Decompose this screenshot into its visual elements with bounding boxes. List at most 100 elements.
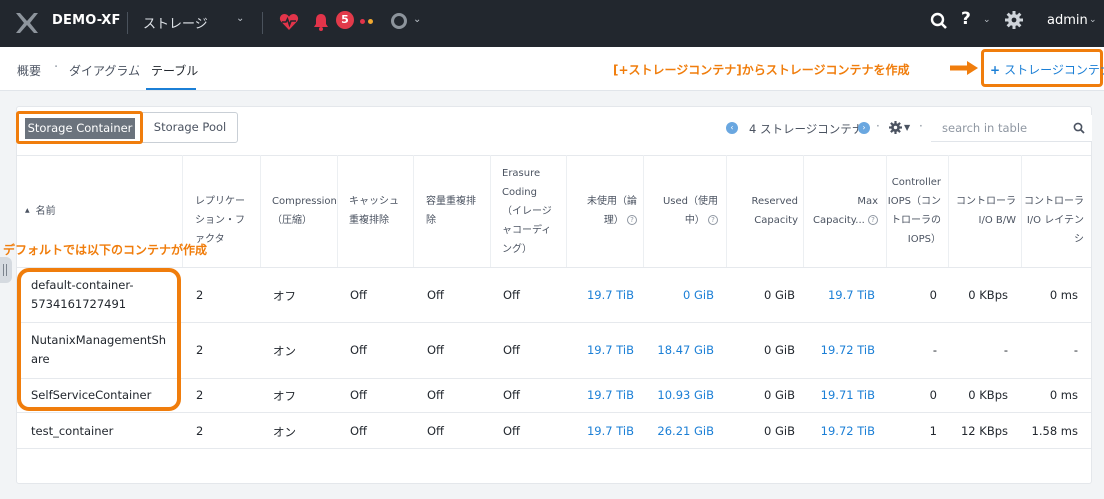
drag-handle[interactable] (0, 257, 12, 283)
top-bar: DEMO-XF ストレージ ⌄ 5 ⌄ ? ⌄ admin ⌄ (0, 0, 1104, 47)
cell-iops: 0 (929, 388, 937, 402)
chevron-down-icon[interactable]: ⌄ (236, 13, 244, 24)
cell-iops: 1 (929, 424, 937, 438)
next-page-icon[interactable]: › (858, 122, 870, 134)
cell-compression: オフ (273, 289, 296, 303)
cell-cache-dedup: Off (350, 343, 367, 357)
nutanix-logo-icon[interactable] (14, 11, 40, 35)
cell-latency: 1.58 ms (1031, 424, 1078, 438)
gear-icon[interactable] (1005, 11, 1023, 29)
col-header-controller-latency[interactable]: コントローラI/O レイテンシ (1022, 192, 1084, 249)
add-storage-container-button[interactable]: + ストレージコンテナ (990, 61, 1104, 78)
pager-separator: · (876, 119, 880, 133)
col-header-controller-bw[interactable]: コントローラI/O B/W (956, 192, 1016, 230)
section-selector[interactable]: ストレージ (143, 13, 208, 32)
tab-overview[interactable]: 概要 (17, 62, 41, 79)
cell-bw: 12 KBps (960, 424, 1008, 438)
prev-page-icon[interactable]: ‹ (726, 122, 738, 134)
col-divider (643, 155, 644, 267)
col-header-name-label: 名前 (35, 206, 56, 217)
info-icon[interactable]: ? (627, 215, 637, 225)
cell-free-link[interactable]: 19.7 TiB (566, 424, 634, 438)
cell-cache-dedup: Off (350, 288, 367, 302)
col-header-reserved[interactable]: Reserved Capacity (740, 192, 798, 230)
cell-replication: 2 (196, 288, 204, 302)
col-divider (413, 155, 414, 267)
col-header-controller-iops[interactable]: Controller IOPS（コントローラのIOPS） (887, 173, 941, 249)
cell-compression: オフ (273, 389, 296, 403)
search-icon[interactable] (1073, 122, 1085, 134)
pager-separator: · (919, 119, 923, 133)
cell-cache-dedup: Off (350, 388, 367, 402)
add-storage-container-label: ストレージコンテナ (1004, 63, 1104, 77)
cluster-name[interactable]: DEMO-XF (52, 13, 121, 28)
cell-used-link[interactable]: 26.21 GiB (643, 424, 714, 438)
col-header-cache-dedup[interactable]: キャッシュ重複排除 (349, 192, 407, 230)
storage-container-toggle[interactable]: Storage Container (25, 118, 135, 139)
container-name-link[interactable]: test_container (31, 422, 171, 441)
cell-max-capacity-link[interactable]: 19.72 TiB (803, 424, 875, 438)
info-icon[interactable]: ? (868, 215, 878, 225)
tab-table[interactable]: テーブル (151, 62, 198, 79)
cell-capacity-dedup: Off (427, 388, 444, 402)
user-menu[interactable]: admin (1047, 13, 1088, 28)
row-divider (17, 448, 1091, 449)
table-settings-gear-icon[interactable] (889, 121, 902, 134)
cell-erasure: Off (503, 288, 520, 302)
cell-capacity-dedup: Off (427, 288, 444, 302)
cell-used-link[interactable]: 18.47 GiB (643, 343, 714, 357)
tab-diagram[interactable]: ダイアグラム (69, 62, 140, 79)
tab-separator: · (136, 60, 141, 75)
health-heart-icon[interactable] (279, 12, 299, 32)
col-header-name[interactable]: ▲ 名前 (25, 201, 56, 221)
info-icon[interactable]: ? (708, 215, 718, 225)
col-header-compression[interactable]: Compression（圧縮） (272, 192, 337, 230)
divider (262, 12, 263, 34)
default-containers-callout: デフォルトでは以下のコンテナが作成 (3, 243, 208, 257)
alert-count-badge[interactable]: 5 (336, 11, 354, 29)
cell-latency: 0 ms (1049, 388, 1078, 402)
cell-free-link[interactable]: 19.7 TiB (566, 288, 634, 302)
cell-max-capacity-link[interactable]: 19.71 TiB (803, 388, 875, 402)
cell-bw: - (1003, 343, 1008, 357)
cell-bw: 0 KBps (968, 388, 1008, 402)
col-header-erasure-coding[interactable]: Erasure Coding （イレージャコーディング） (502, 164, 556, 259)
cell-used-link[interactable]: 0 GiB (643, 288, 714, 302)
cell-free-link[interactable]: 19.7 TiB (566, 343, 634, 357)
col-header-max-capacity[interactable]: Max Capacity... ? (806, 192, 878, 230)
col-divider (726, 155, 727, 267)
cell-reserved: 0 GiB (764, 343, 795, 357)
cell-capacity-dedup: Off (427, 424, 444, 438)
col-header-used[interactable]: Used（使用中） ? (656, 192, 718, 230)
col-divider (337, 155, 338, 267)
chevron-down-icon[interactable]: ⌄ (983, 15, 991, 25)
col-header-capacity-dedup[interactable]: 容量重複排除 (426, 192, 480, 230)
cell-max-capacity-link[interactable]: 19.7 TiB (803, 288, 875, 302)
header-bottom-border (17, 267, 1091, 268)
plus-icon: + (990, 63, 1001, 77)
row-divider (17, 412, 1091, 413)
cell-reserved: 0 GiB (764, 388, 795, 402)
cell-max-capacity-link[interactable]: 19.72 TiB (803, 343, 875, 357)
cell-compression: オン (273, 425, 296, 439)
table-search-input[interactable] (931, 115, 1092, 142)
cell-free-link[interactable]: 19.7 TiB (566, 388, 634, 402)
cell-bw: 0 KBps (968, 288, 1008, 302)
chevron-down-icon[interactable]: ⌄ (413, 14, 421, 25)
alerts-bell-icon[interactable] (312, 12, 330, 32)
col-header-free[interactable]: 未使用（論理） ? (579, 192, 637, 230)
storage-pool-toggle[interactable]: Storage Pool (142, 112, 238, 143)
search-icon[interactable] (930, 12, 948, 30)
tasks-circle-icon[interactable] (391, 13, 407, 29)
chevron-down-icon[interactable]: ▼ (904, 123, 910, 132)
col-divider (260, 155, 261, 267)
cell-erasure: Off (503, 388, 520, 402)
col-divider (566, 155, 567, 267)
cell-latency: - (1073, 343, 1078, 357)
help-icon[interactable]: ? (961, 9, 971, 29)
cell-used-link[interactable]: 10.93 GiB (643, 388, 714, 402)
active-tab-indicator (146, 88, 196, 90)
cell-capacity-dedup: Off (427, 343, 444, 357)
chevron-down-icon[interactable]: ⌄ (1089, 15, 1097, 25)
add-container-callout: [+ストレージコンテナ]からストレージコンテナを作成 (613, 63, 910, 77)
